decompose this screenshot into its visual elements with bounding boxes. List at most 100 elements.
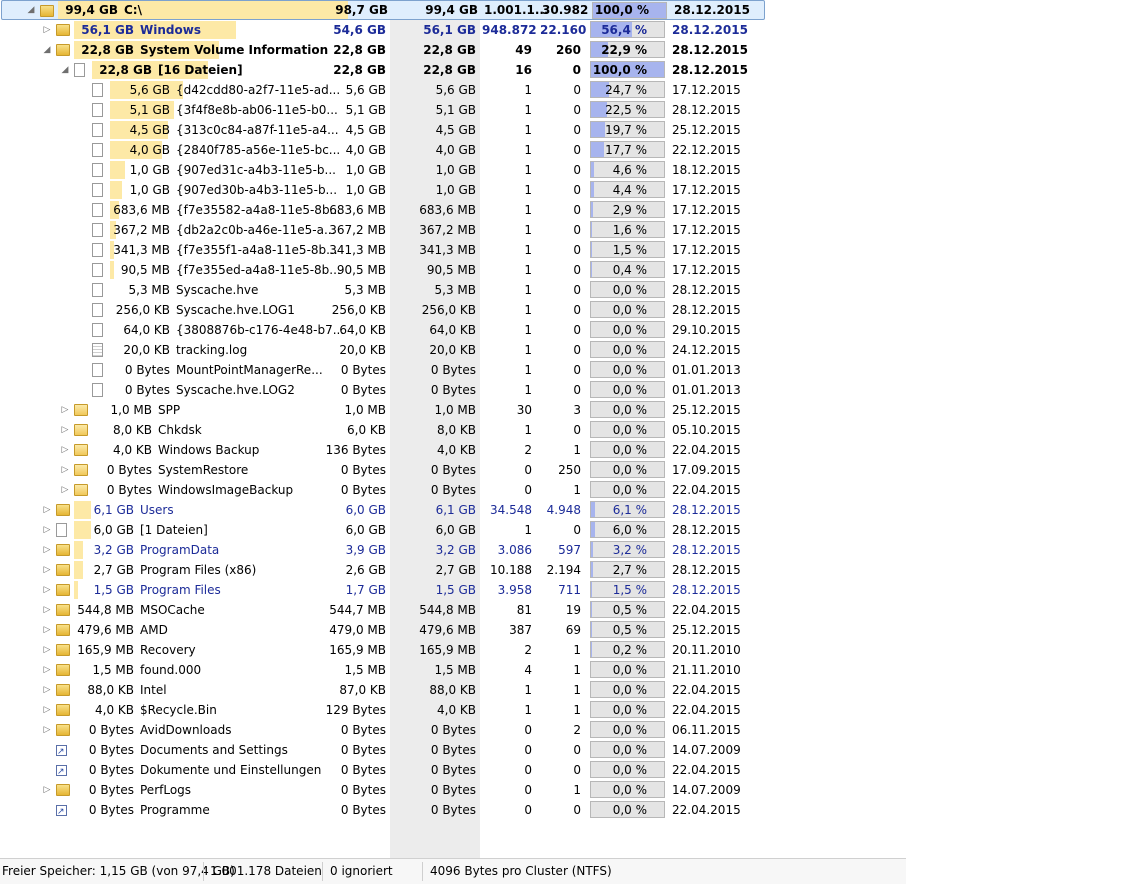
item-name[interactable]: Program Files (x86) xyxy=(140,560,256,580)
tree-row[interactable]: ▷6,0 GB[1 Dateien]6,0 GB6,0 GB106,0 %28.… xyxy=(0,520,1136,540)
tree-row[interactable]: ▷1,5 MBfound.0001,5 MB1,5 MB410,0 %21.11… xyxy=(0,660,1136,680)
expand-arrow-icon[interactable]: ▷ xyxy=(42,20,52,40)
item-name[interactable]: Users xyxy=(140,500,174,520)
expand-arrow-icon[interactable]: ▷ xyxy=(42,500,52,520)
item-name[interactable]: {3808876b-c176-4e48-b7... xyxy=(176,320,344,340)
item-name[interactable]: {f7e355f1-a4a8-11e5-8b... xyxy=(176,240,338,260)
item-name[interactable]: {f7e355ed-a4a8-11e5-8b... xyxy=(176,260,341,280)
tree-row[interactable]: ▷0 BytesPerfLogs0 Bytes0 Bytes010,0 %14.… xyxy=(0,780,1136,800)
tree-row[interactable]: 5,3 MBSyscache.hve5,3 MB5,3 MB100,0 %28.… xyxy=(0,280,1136,300)
expand-arrow-icon[interactable]: ▷ xyxy=(42,720,52,740)
item-name[interactable]: Dokumente und Einstellungen xyxy=(140,760,321,780)
item-name[interactable]: Syscache.hve.LOG1 xyxy=(176,300,295,320)
tree-row[interactable]: ▷88,0 KBIntel87,0 KB88,0 KB110,0 %22.04.… xyxy=(0,680,1136,700)
tree-row[interactable]: 0 BytesDocuments and Settings0 Bytes0 By… xyxy=(0,740,1136,760)
item-name[interactable]: AvidDownloads xyxy=(140,720,231,740)
item-name[interactable]: Recovery xyxy=(140,640,196,660)
item-name[interactable]: Windows xyxy=(140,20,201,40)
tree-row[interactable]: 683,6 MB{f7e35582-a4a8-11e5-8b...683,6 M… xyxy=(0,200,1136,220)
item-name[interactable]: MountPointManagerRe... xyxy=(176,360,323,380)
tree-row[interactable]: 256,0 KBSyscache.hve.LOG1256,0 KB256,0 K… xyxy=(0,300,1136,320)
expand-arrow-icon[interactable]: ▷ xyxy=(42,640,52,660)
item-name[interactable]: ProgramData xyxy=(140,540,219,560)
item-name[interactable]: {907ed30b-a4b3-11e5-b... xyxy=(176,180,337,200)
tree-row[interactable]: 0 BytesDokumente und Einstellungen0 Byte… xyxy=(0,760,1136,780)
tree-row[interactable]: 4,0 GB{2840f785-a56e-11e5-bc...4,0 GB4,0… xyxy=(0,140,1136,160)
item-name[interactable]: Windows Backup xyxy=(158,440,259,460)
item-name[interactable]: {f7e35582-a4a8-11e5-8b... xyxy=(176,200,341,220)
tree-row[interactable]: ▷1,5 GBProgram Files1,7 GB1,5 GB3.958711… xyxy=(0,580,1136,600)
collapse-arrow-icon[interactable]: ◢ xyxy=(26,1,36,19)
item-name[interactable]: Program Files xyxy=(140,580,221,600)
item-name[interactable]: Programme xyxy=(140,800,210,820)
tree-row[interactable]: ▷6,1 GBUsers6,0 GB6,1 GB34.5484.9486,1 %… xyxy=(0,500,1136,520)
tree-row[interactable]: ▷0 BytesWindowsImageBackup0 Bytes0 Bytes… xyxy=(0,480,1136,500)
expand-arrow-icon[interactable]: ▷ xyxy=(42,540,52,560)
item-name[interactable]: {313c0c84-a87f-11e5-a4... xyxy=(176,120,339,140)
expand-arrow-icon[interactable]: ▷ xyxy=(42,660,52,680)
tree-row[interactable]: 4,5 GB{313c0c84-a87f-11e5-a4...4,5 GB4,5… xyxy=(0,120,1136,140)
item-name[interactable]: {db2a2c0b-a46e-11e5-a... xyxy=(176,220,335,240)
tree-row[interactable]: 64,0 KB{3808876b-c176-4e48-b7...64,0 KB6… xyxy=(0,320,1136,340)
tree-row[interactable]: 5,1 GB{3f4f8e8b-ab06-11e5-b0...5,1 GB5,1… xyxy=(0,100,1136,120)
expand-arrow-icon[interactable]: ▷ xyxy=(42,600,52,620)
tree-row[interactable]: ▷165,9 MBRecovery165,9 MB165,9 MB210,2 %… xyxy=(0,640,1136,660)
expand-arrow-icon[interactable]: ▷ xyxy=(60,400,70,420)
tree-row[interactable]: ▷0 BytesAvidDownloads0 Bytes0 Bytes020,0… xyxy=(0,720,1136,740)
tree-row[interactable]: 341,3 MB{f7e355f1-a4a8-11e5-8b...341,3 M… xyxy=(0,240,1136,260)
item-name[interactable]: Syscache.hve xyxy=(176,280,258,300)
item-name[interactable]: WindowsImageBackup xyxy=(158,480,293,500)
tree-row[interactable]: 0 BytesMountPointManagerRe...0 Bytes0 By… xyxy=(0,360,1136,380)
tree-row[interactable]: ◢22,8 GB[16 Dateien]22,8 GB22,8 GB160100… xyxy=(0,60,1136,80)
item-name[interactable]: AMD xyxy=(140,620,168,640)
item-name[interactable]: tracking.log xyxy=(176,340,247,360)
tree-row[interactable]: ▷544,8 MBMSOCache544,7 MB544,8 MB81190,5… xyxy=(0,600,1136,620)
expand-arrow-icon[interactable]: ▷ xyxy=(42,560,52,580)
tree-row[interactable]: ▷0 BytesSystemRestore0 Bytes0 Bytes02500… xyxy=(0,460,1136,480)
expand-arrow-icon[interactable]: ▷ xyxy=(42,520,52,540)
item-name[interactable]: SPP xyxy=(158,400,180,420)
item-name[interactable]: found.000 xyxy=(140,660,201,680)
expand-arrow-icon[interactable]: ▷ xyxy=(42,620,52,640)
expand-arrow-icon[interactable]: ▷ xyxy=(60,440,70,460)
tree-row[interactable]: ▷1,0 MBSPP1,0 MB1,0 MB3030,0 %25.12.2015 xyxy=(0,400,1136,420)
tree-row[interactable]: 0 BytesProgramme0 Bytes0 Bytes000,0 %22.… xyxy=(0,800,1136,820)
tree-row[interactable]: 0 BytesSyscache.hve.LOG20 Bytes0 Bytes10… xyxy=(0,380,1136,400)
expand-arrow-icon[interactable]: ▷ xyxy=(42,580,52,600)
expand-arrow-icon[interactable]: ▷ xyxy=(42,780,52,800)
item-name[interactable]: {907ed31c-a4b3-11e5-b... xyxy=(176,160,336,180)
tree-row[interactable]: 1,0 GB{907ed31c-a4b3-11e5-b...1,0 GB1,0 … xyxy=(0,160,1136,180)
tree-row[interactable]: 367,2 MB{db2a2c0b-a46e-11e5-a...367,2 MB… xyxy=(0,220,1136,240)
expand-arrow-icon[interactable]: ▷ xyxy=(60,420,70,440)
tree-row[interactable]: ◢22,8 GBSystem Volume Information22,8 GB… xyxy=(0,40,1136,60)
tree-row[interactable]: ▷4,0 KB$Recycle.Bin129 Bytes4,0 KB110,0 … xyxy=(0,700,1136,720)
tree-row[interactable]: 5,6 GB{d42cdd80-a2f7-11e5-ad...5,6 GB5,6… xyxy=(0,80,1136,100)
tree-row[interactable]: ▷8,0 KBChkdsk6,0 KB8,0 KB100,0 %05.10.20… xyxy=(0,420,1136,440)
expand-arrow-icon[interactable]: ▷ xyxy=(42,700,52,720)
item-name[interactable]: PerfLogs xyxy=(140,780,191,800)
tree-row[interactable]: 20,0 KBtracking.log20,0 KB20,0 KB100,0 %… xyxy=(0,340,1136,360)
tree-row[interactable]: ▷56,1 GBWindows54,6 GB56,1 GB948.87222.1… xyxy=(0,20,1136,40)
item-name[interactable]: MSOCache xyxy=(140,600,205,620)
tree-row[interactable]: ▷2,7 GBProgram Files (x86)2,6 GB2,7 GB10… xyxy=(0,560,1136,580)
tree-row[interactable]: ▷3,2 GBProgramData3,9 GB3,2 GB3.0865973,… xyxy=(0,540,1136,560)
tree-row[interactable]: 1,0 GB{907ed30b-a4b3-11e5-b...1,0 GB1,0 … xyxy=(0,180,1136,200)
item-name[interactable]: {d42cdd80-a2f7-11e5-ad... xyxy=(176,80,340,100)
tree-row[interactable]: ▷4,0 KBWindows Backup136 Bytes4,0 KB210,… xyxy=(0,440,1136,460)
collapse-arrow-icon[interactable]: ◢ xyxy=(42,40,52,60)
item-name[interactable]: C:\ xyxy=(124,1,142,19)
item-name[interactable]: [1 Dateien] xyxy=(140,520,208,540)
item-name[interactable]: $Recycle.Bin xyxy=(140,700,217,720)
item-name[interactable]: {3f4f8e8b-ab06-11e5-b0... xyxy=(176,100,338,120)
item-name[interactable]: Chkdsk xyxy=(158,420,202,440)
item-name[interactable]: [16 Dateien] xyxy=(158,60,243,80)
item-name[interactable]: Syscache.hve.LOG2 xyxy=(176,380,295,400)
expand-arrow-icon[interactable]: ▷ xyxy=(60,480,70,500)
tree-row[interactable]: ▷479,6 MBAMD479,0 MB479,6 MB387690,5 %25… xyxy=(0,620,1136,640)
tree-row[interactable]: ◢99,4 GBC:\98,7 GB99,4 GB1.001.1...30.98… xyxy=(1,0,765,20)
item-name[interactable]: System Volume Information xyxy=(140,40,328,60)
item-name[interactable]: Intel xyxy=(140,680,167,700)
expand-arrow-icon[interactable]: ▷ xyxy=(42,680,52,700)
expand-arrow-icon[interactable]: ▷ xyxy=(60,460,70,480)
collapse-arrow-icon[interactable]: ◢ xyxy=(60,60,70,80)
